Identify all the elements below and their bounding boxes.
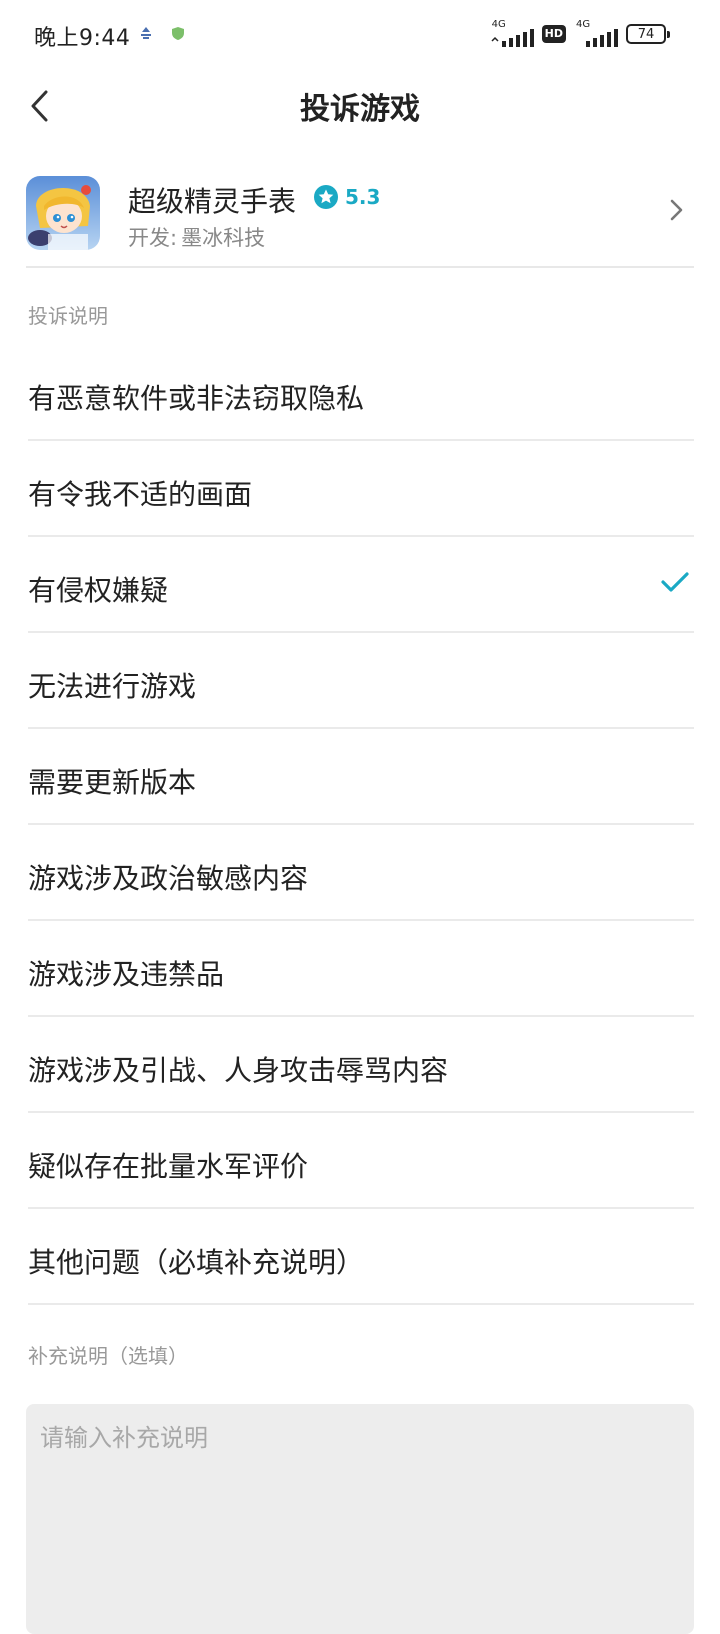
chevron-right-icon bbox=[670, 199, 683, 221]
app-notification-icon bbox=[141, 27, 151, 39]
reason-label: 有令我不适的画面 bbox=[28, 478, 253, 511]
reason-item-uncomfortable-content[interactable]: 有令我不适的画面 bbox=[28, 441, 694, 537]
reason-label: 有恶意软件或非法窃取隐私 bbox=[28, 382, 365, 415]
hd-voice-icon: HD bbox=[541, 25, 566, 43]
reason-label: 游戏涉及引战、人身攻击辱骂内容 bbox=[28, 1054, 449, 1087]
status-time: 晚上9:44 bbox=[34, 26, 131, 51]
complaint-section-label: 投诉说明 bbox=[28, 304, 108, 328]
reason-item-malware[interactable]: 有恶意软件或非法窃取隐私 bbox=[28, 345, 694, 441]
star-badge-icon bbox=[314, 185, 338, 209]
reason-label: 需要更新版本 bbox=[28, 766, 197, 799]
reason-item-political[interactable]: 游戏涉及政治敏感内容 bbox=[28, 825, 694, 921]
developer-name: 墨冰科技 bbox=[181, 226, 266, 250]
reason-item-fake-reviews[interactable]: 疑似存在批量水军评价 bbox=[28, 1113, 694, 1209]
game-info-card[interactable]: 超级精灵手表 5.3 开发: 墨冰科技 bbox=[26, 170, 694, 268]
developer-line: 开发: 墨冰科技 bbox=[128, 222, 269, 252]
reason-label: 有侵权嫌疑 bbox=[28, 574, 169, 607]
reason-label: 游戏涉及政治敏感内容 bbox=[28, 862, 309, 895]
supplement-label: 补充说明（选填） bbox=[28, 1344, 188, 1368]
reason-label: 其他问题（必填补充说明） bbox=[28, 1246, 365, 1279]
battery-level: 74 bbox=[637, 26, 655, 42]
page-title: 投诉游戏 bbox=[300, 92, 420, 127]
reason-item-prohibited-items[interactable]: 游戏涉及违禁品 bbox=[28, 921, 694, 1017]
complaint-reason-list: 有恶意软件或非法窃取隐私 有令我不适的画面 有侵权嫌疑 无法进行游戏 需要更新版… bbox=[28, 345, 694, 1305]
reason-label: 疑似存在批量水军评价 bbox=[28, 1150, 309, 1183]
reason-label: 无法进行游戏 bbox=[28, 670, 197, 703]
reason-item-other[interactable]: 其他问题（必填补充说明） bbox=[28, 1209, 694, 1305]
game-app-icon bbox=[26, 176, 100, 250]
signal-icon-2: 4G bbox=[574, 19, 618, 47]
reason-item-needs-update[interactable]: 需要更新版本 bbox=[28, 729, 694, 825]
battery-icon: 74 bbox=[626, 24, 670, 44]
top-bar: 投诉游戏 bbox=[0, 70, 720, 142]
game-rating: 5.3 bbox=[313, 184, 380, 210]
reason-label: 游戏涉及违禁品 bbox=[28, 958, 225, 991]
game-name: 超级精灵手表 bbox=[128, 185, 297, 218]
status-bar: 晚上9:44 4G HD 4G 74 bbox=[0, 0, 720, 70]
shield-icon bbox=[172, 27, 184, 40]
reason-item-infringement[interactable]: 有侵权嫌疑 bbox=[28, 537, 694, 633]
reason-item-harassment[interactable]: 游戏涉及引战、人身攻击辱骂内容 bbox=[28, 1017, 694, 1113]
developer-prefix: 开发: bbox=[128, 226, 178, 250]
status-icons: 4G HD 4G 74 bbox=[490, 19, 670, 48]
reason-item-cannot-play[interactable]: 无法进行游戏 bbox=[28, 633, 694, 729]
signal-icon: 4G bbox=[490, 19, 534, 47]
rating-value: 5.3 bbox=[345, 185, 381, 209]
checkmark-icon bbox=[661, 572, 689, 592]
